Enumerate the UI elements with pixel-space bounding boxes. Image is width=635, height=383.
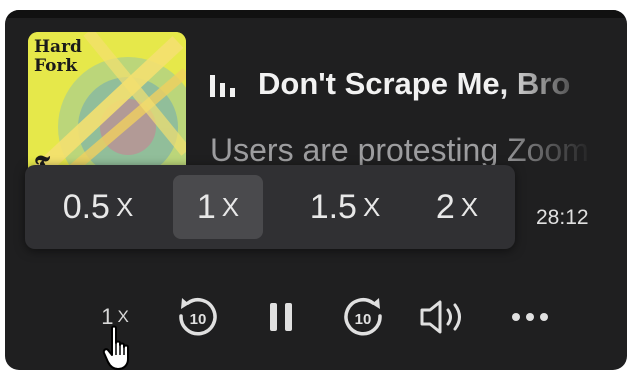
top-edge [5, 10, 627, 18]
bars-icon [210, 75, 235, 97]
player-panel: Hard Fork 𝕿 Don't Scrape Me, Bro Users a… [5, 10, 627, 370]
more-dots-icon [512, 313, 548, 321]
hand-pointer-icon [102, 325, 129, 370]
time-remaining: 28:12 [536, 206, 589, 229]
svg-text:10: 10 [190, 311, 207, 328]
more-button[interactable] [505, 295, 555, 339]
speaker-icon [420, 300, 461, 334]
speed-option-1[interactable]: 1X [173, 175, 263, 239]
speed-option-1-5[interactable]: 1.5 X [300, 175, 390, 239]
forward-10-icon: 10 [344, 298, 382, 336]
pause-button[interactable] [263, 295, 299, 339]
artwork-title: Hard Fork [34, 37, 82, 76]
episode-title-row: Don't Scrape Me, Bro [210, 66, 610, 106]
skip-back-button[interactable]: 10 [173, 295, 221, 339]
rewind-10-icon: 10 [179, 298, 217, 336]
playback-speed-menu: 0.5 X 1X 1.5 X 2X [25, 165, 515, 249]
skip-forward-button[interactable]: 10 [340, 295, 388, 339]
svg-text:10: 10 [355, 311, 372, 328]
volume-button[interactable] [417, 295, 473, 339]
speed-option-0-5[interactable]: 0.5 X [53, 175, 143, 239]
speed-option-2[interactable]: 2X [412, 175, 502, 239]
pause-icon [270, 303, 292, 331]
